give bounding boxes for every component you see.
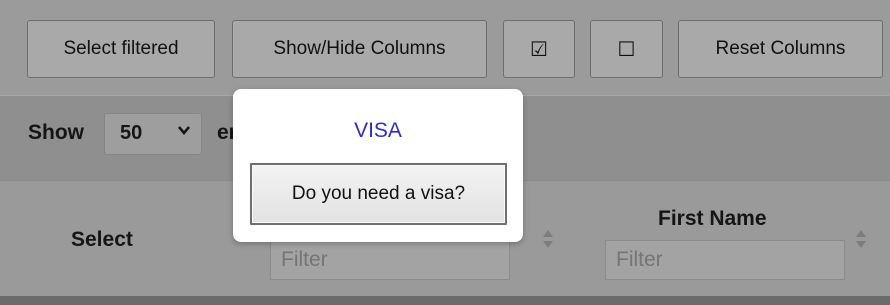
chevron-down-icon: [177, 123, 191, 142]
check-all-button[interactable]: ☑: [503, 20, 575, 78]
filter-input-first-name[interactable]: [605, 240, 845, 280]
uncheck-all-button[interactable]: ☐: [590, 20, 663, 78]
page-length-value: 50: [120, 122, 143, 144]
filter-input-column-2[interactable]: [270, 240, 510, 280]
page-length-select[interactable]: 50: [104, 113, 202, 155]
visa-popup: VISA Do you need a visa?: [233, 89, 523, 242]
reset-columns-button[interactable]: Reset Columns: [678, 20, 883, 78]
toolbar: Select filtered Show/Hide Columns ☑ ☐ Re…: [0, 0, 890, 95]
sort-icon[interactable]: [855, 228, 867, 252]
table-divider: [0, 296, 890, 305]
need-visa-button[interactable]: Do you need a visa?: [250, 163, 507, 225]
sort-icon[interactable]: [542, 228, 554, 252]
column-header-select: Select: [71, 228, 133, 251]
show-label: Show: [28, 121, 84, 144]
popup-title: VISA: [354, 119, 402, 142]
select-filtered-button[interactable]: Select filtered: [27, 20, 215, 78]
show-hide-columns-button[interactable]: Show/Hide Columns: [232, 20, 487, 78]
column-header-first-name[interactable]: First Name: [658, 207, 767, 231]
